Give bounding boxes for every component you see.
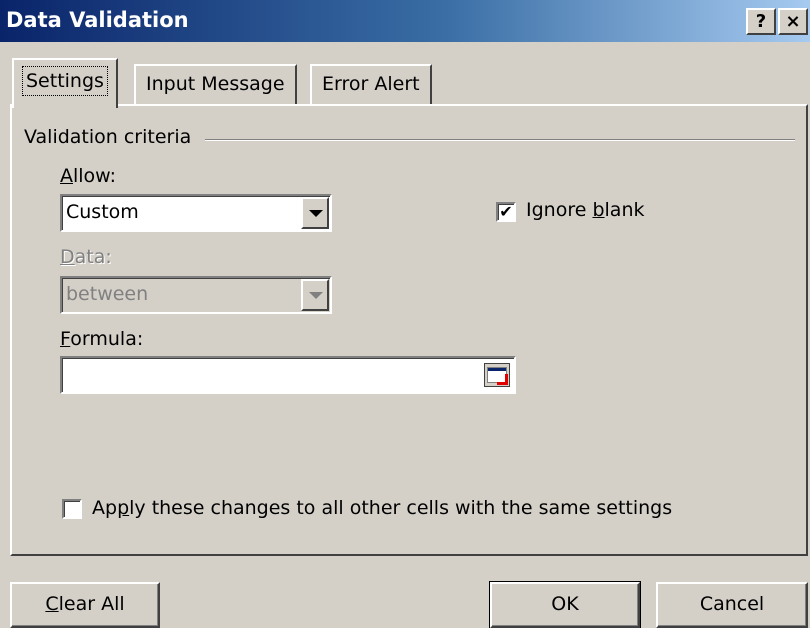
title-bar: Data Validation ? × [0,0,810,42]
ignore-blank-checkbox[interactable]: ✔ [496,202,516,222]
apply-all-checkbox[interactable] [62,499,82,519]
tab-error-alert-label: Error Alert [322,73,420,95]
data-select: between [60,276,332,314]
data-label: Data: [60,246,112,268]
help-button[interactable]: ? [746,8,776,35]
apply-all-label: Apply these changes to all other cells w… [92,497,673,519]
data-select-value: between [66,283,149,305]
formula-label: Formula: [60,328,144,350]
tab-settings[interactable]: Settings [12,58,118,108]
window-title: Data Validation [6,8,189,32]
formula-input[interactable] [60,356,516,394]
tab-settings-label: Settings [22,66,108,96]
allow-label: Allow: [60,165,117,187]
collapse-dialog-icon[interactable] [484,363,510,387]
data-dropdown-arrow-icon [301,279,329,311]
allow-select-value: Custom [66,201,139,223]
tab-input-message[interactable]: Input Message [134,64,297,104]
validation-criteria-title: Validation criteria [24,126,202,148]
tab-error-alert[interactable]: Error Alert [310,64,432,104]
tab-input-message-label: Input Message [146,73,285,95]
allow-select[interactable]: Custom [60,194,332,232]
allow-dropdown-arrow-icon[interactable] [301,197,329,229]
clear-all-button[interactable]: Clear All [10,582,160,628]
cancel-button[interactable]: Cancel [656,582,808,628]
ok-button[interactable]: OK [489,581,641,628]
group-divider [205,139,795,141]
close-button[interactable]: × [778,8,808,35]
ignore-blank-label: Ignore blank [526,199,645,221]
